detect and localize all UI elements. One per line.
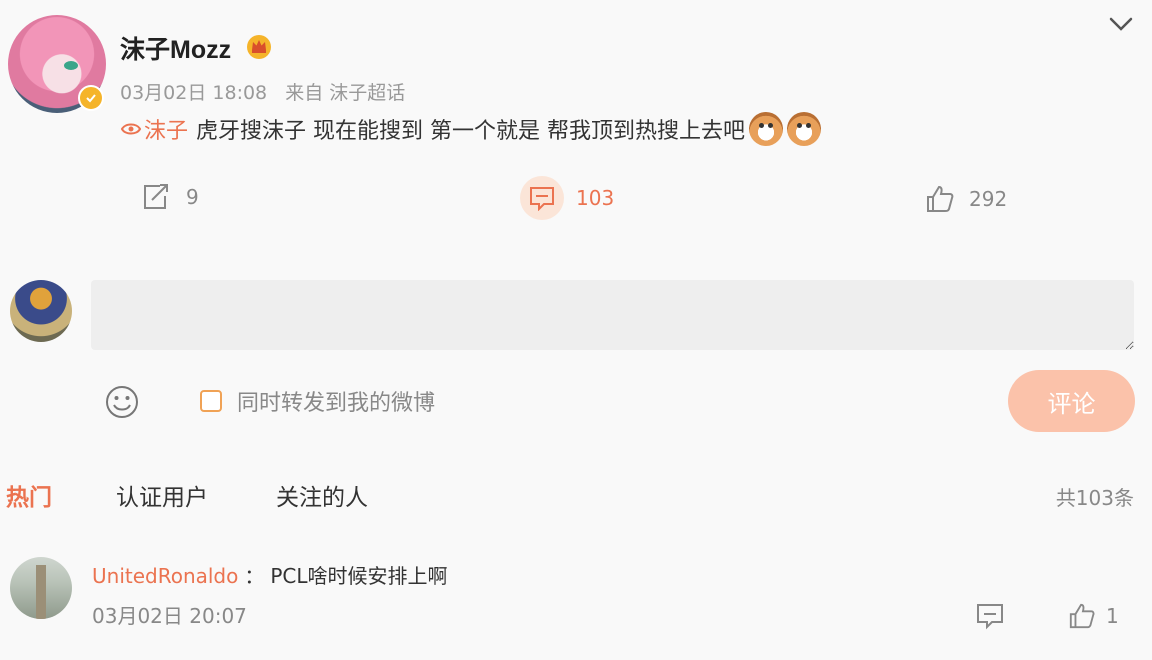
comment-button[interactable]: 103 (520, 176, 614, 220)
super-topic-link[interactable]: 沫子 (120, 113, 188, 145)
forward-checkbox[interactable] (200, 390, 222, 412)
current-user-avatar[interactable] (10, 280, 72, 342)
tab-following[interactable]: 关注的人 (276, 478, 368, 512)
reply-like-button[interactable]: 1 (1068, 602, 1119, 630)
repost-button[interactable]: 9 (140, 182, 199, 212)
list-item: UnitedRonaldo： PCL啥时候安排上啊 (92, 560, 448, 589)
post-content: 沫子 虎牙搜沫子 现在能搜到 第一个就是 帮我顶到热搜上去吧 (120, 112, 821, 146)
author-name[interactable]: 沫子Mozz (120, 30, 231, 66)
reply-colon: ： (244, 564, 265, 588)
cat-emoji-icon (749, 112, 783, 146)
reply-username[interactable]: UnitedRonaldo (92, 564, 238, 588)
author-avatar[interactable] (8, 15, 106, 113)
post-text: 虎牙搜沫子 现在能搜到 第一个就是 帮我顶到热搜上去吧 (196, 119, 745, 144)
like-icon (1069, 603, 1095, 629)
chevron-down-icon[interactable] (1107, 14, 1135, 34)
submit-comment-button[interactable]: 评论 (1008, 370, 1135, 432)
post-source[interactable]: 来自 沫子超话 (285, 82, 405, 104)
comment-icon (530, 187, 554, 211)
tab-hot[interactable]: 热门 (6, 478, 52, 512)
like-count: 292 (969, 187, 1008, 211)
like-icon (927, 185, 954, 212)
post-meta: 03月02日 18:08 来自 沫子超话 (120, 78, 417, 105)
super-topic-label: 沫子 (144, 119, 189, 144)
crown-icon (247, 35, 271, 59)
like-button[interactable]: 292 (925, 184, 1007, 214)
reply-like-count: 1 (1106, 604, 1119, 628)
forward-label[interactable]: 同时转发到我的微博 (237, 385, 435, 417)
comment-icon-wrap (520, 176, 564, 220)
reply-time: 03月02日 20:07 (92, 604, 247, 628)
repost-count: 9 (186, 185, 199, 209)
comment-total: 共103条 (1055, 486, 1134, 510)
comment-input[interactable] (91, 280, 1134, 350)
cat-emoji-icon (787, 112, 821, 146)
weibo-post-page: 沫子Mozz 03月02日 18:08 来自 沫子超话 沫子 虎牙搜沫子 现在能… (0, 0, 1152, 660)
verify-icon (78, 85, 104, 111)
post-time[interactable]: 03月02日 18:08 (120, 82, 267, 104)
tab-verified-users[interactable]: 认证用户 (116, 478, 208, 512)
smile-icon[interactable] (104, 384, 140, 420)
comment-count: 103 (576, 186, 615, 210)
repost-icon (144, 184, 168, 209)
reply-avatar[interactable] (10, 557, 72, 619)
super-topic-icon (120, 123, 142, 135)
reply-text: PCL啥时候安排上啊 (270, 564, 448, 588)
comment-icon[interactable] (975, 602, 1005, 630)
